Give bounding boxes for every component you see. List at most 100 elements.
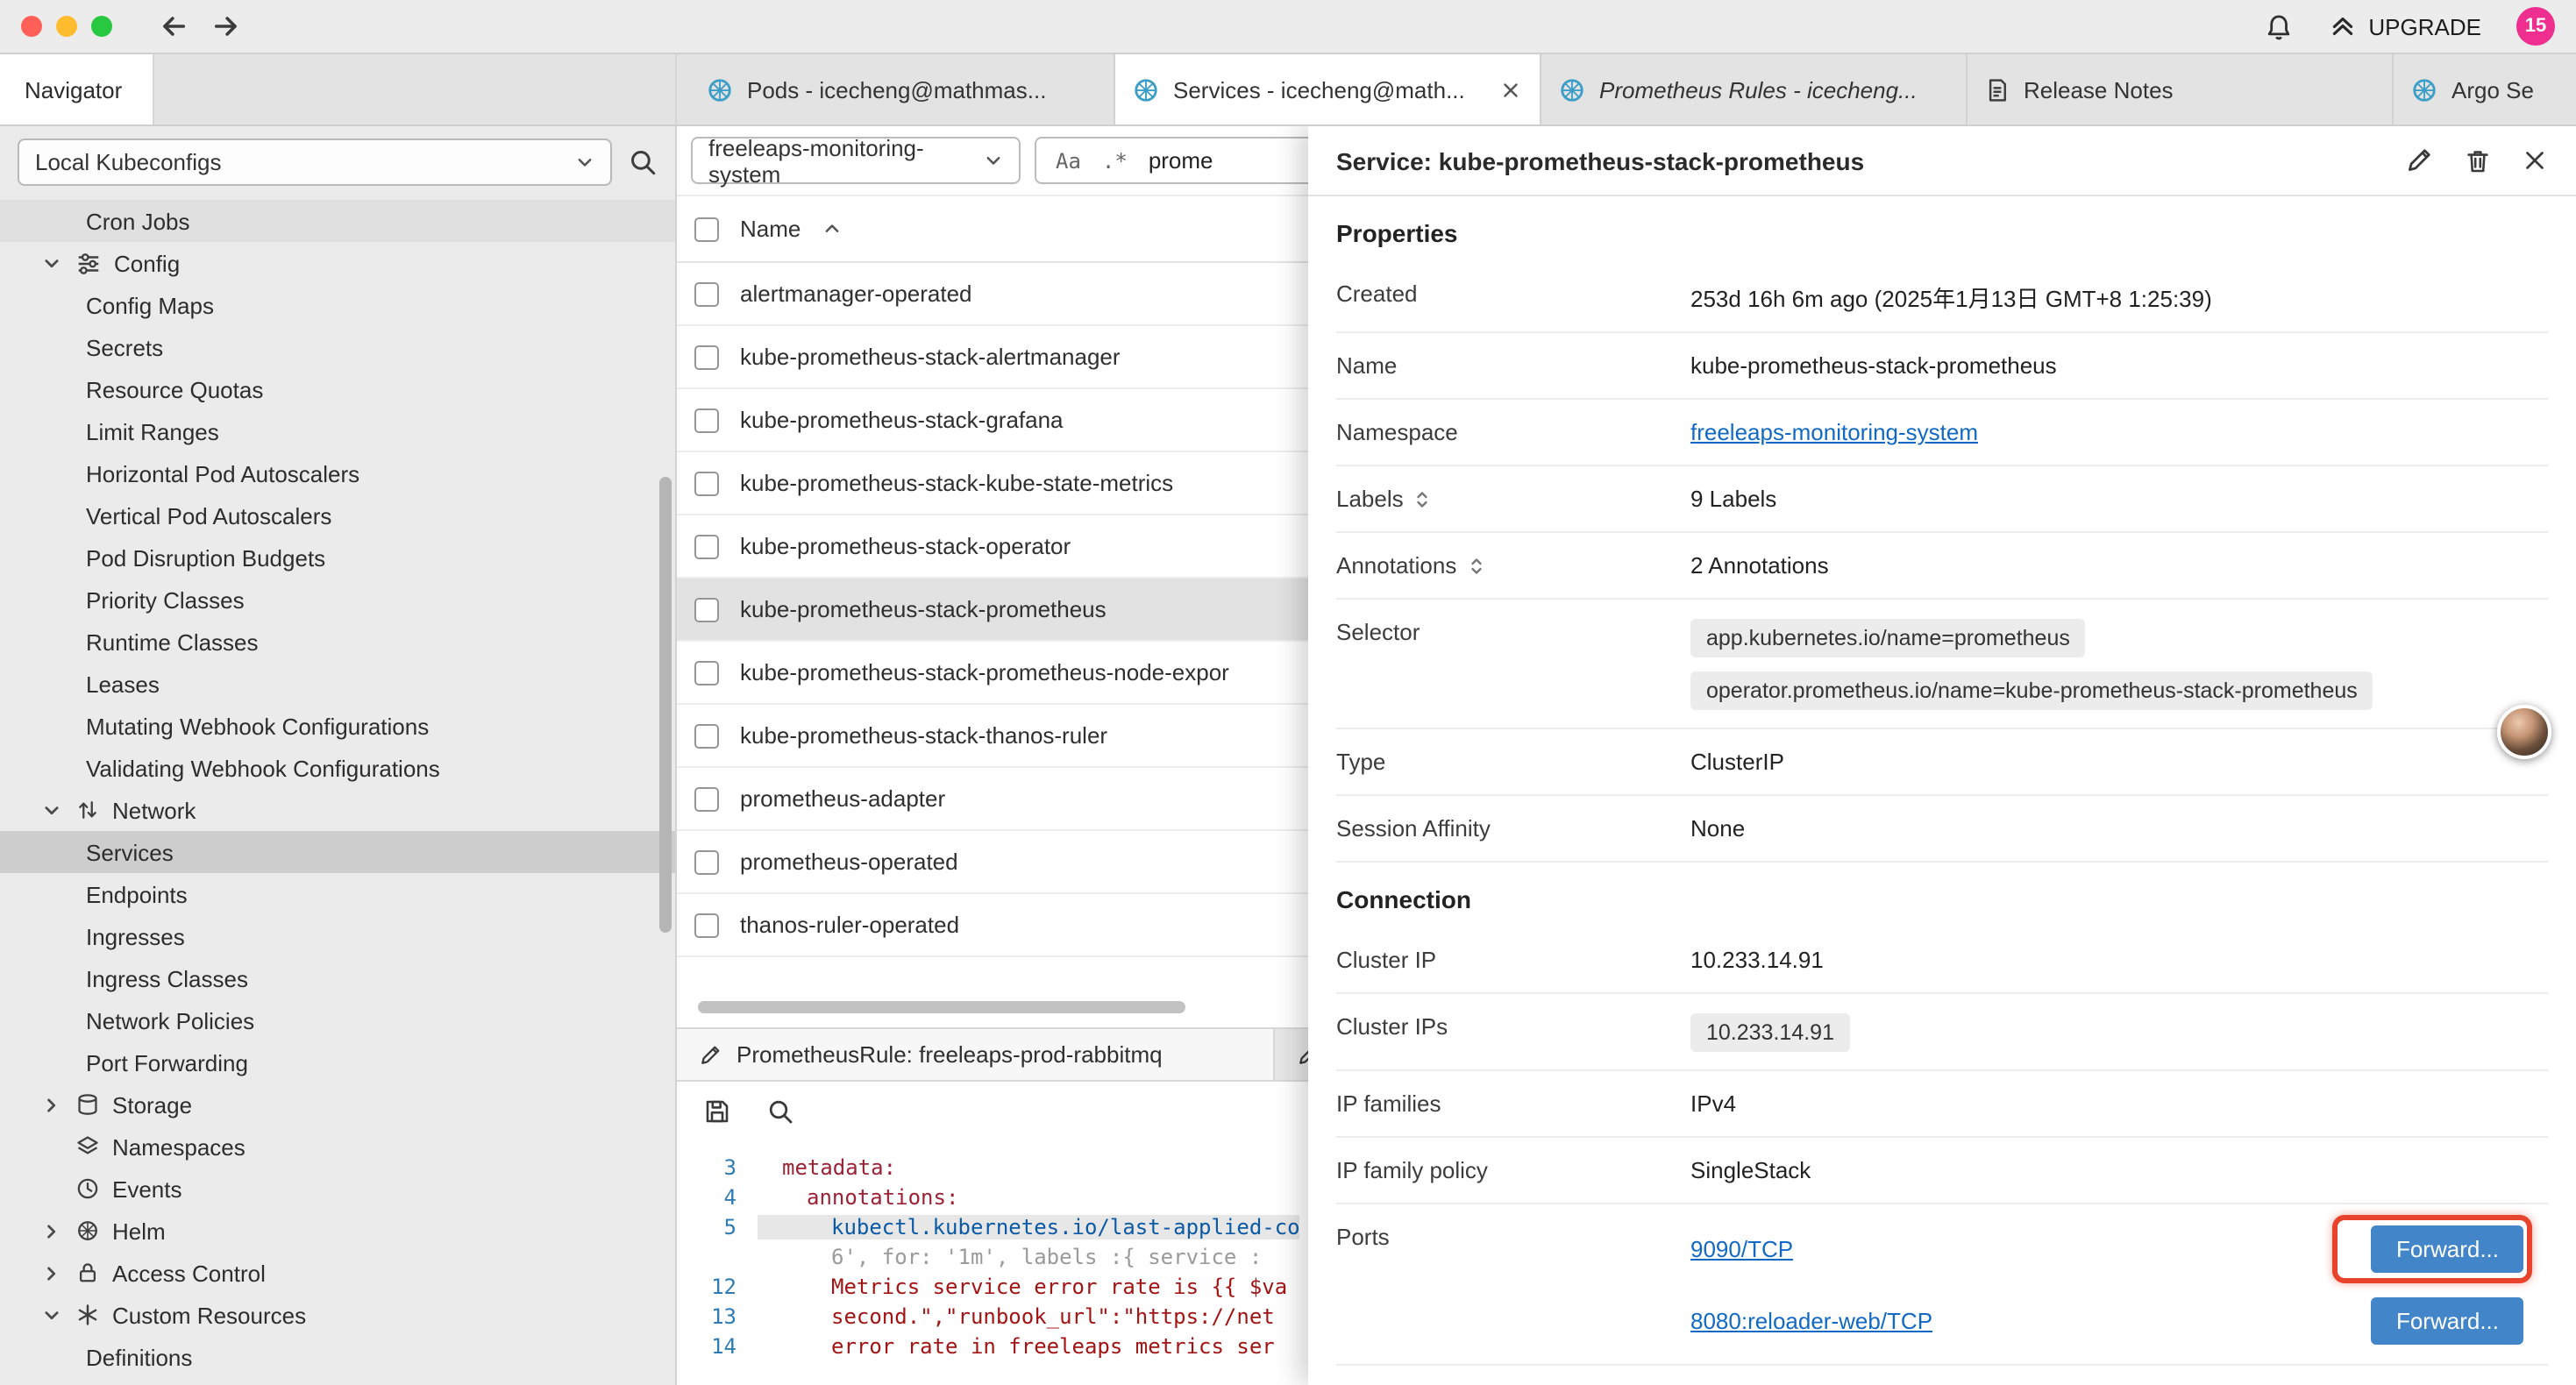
sidebar-item-network-policies[interactable]: Network Policies xyxy=(0,999,675,1041)
kubernetes-icon xyxy=(1133,76,1159,103)
namespace-selector[interactable]: freeleaps-monitoring-system xyxy=(691,137,1021,184)
sidebar-item-helm[interactable]: Helm xyxy=(0,1210,675,1252)
notifications-bell-icon[interactable] xyxy=(2263,11,2293,41)
close-window-button[interactable] xyxy=(21,16,42,37)
section-heading-properties: Properties xyxy=(1336,196,2548,261)
sidebar-item-label: Custom Resources xyxy=(112,1302,306,1328)
sidebar-item-services[interactable]: Services xyxy=(0,831,675,873)
open-tabs: Pods - icecheng@mathmas...Services - ice… xyxy=(689,54,2576,124)
sidebar-item-vertical-pod-autoscalers[interactable]: Vertical Pod Autoscalers xyxy=(0,494,675,536)
list-horizontal-scrollbar[interactable] xyxy=(698,1001,1277,1013)
sidebar-item-port-forwarding[interactable]: Port Forwarding xyxy=(0,1041,675,1083)
row-checkbox[interactable] xyxy=(694,281,719,306)
row-checkbox[interactable] xyxy=(694,534,719,558)
sidebar-item-ingresses[interactable]: Ingresses xyxy=(0,915,675,957)
sidebar-item-pod-disruption-budgets[interactable]: Pod Disruption Budgets xyxy=(0,536,675,579)
sidebar-item-network[interactable]: Network xyxy=(0,789,675,831)
search-icon[interactable] xyxy=(628,146,658,176)
row-checkbox[interactable] xyxy=(694,849,719,874)
match-case-toggle[interactable]: Aa xyxy=(1056,148,1081,173)
forward-button[interactable] xyxy=(207,7,246,46)
sidebar-item-validating-webhook-configurations[interactable]: Validating Webhook Configurations xyxy=(0,747,675,789)
sidebar-item-runtime-classes[interactable]: Runtime Classes xyxy=(0,621,675,663)
sort-updown-icon[interactable] xyxy=(1467,555,1484,576)
tab-argo-se[interactable]: Argo Se xyxy=(2394,54,2576,124)
sidebar-item-limit-ranges[interactable]: Limit Ranges xyxy=(0,410,675,452)
sidebar-item-label: Leases xyxy=(86,671,160,697)
sidebar-item-label: Port Forwarding xyxy=(86,1049,248,1076)
chevron-right-icon[interactable] xyxy=(40,1221,63,1240)
code-text: kubectl.kubernetes.io/last-applied-co xyxy=(758,1214,1300,1239)
notification-count-badge[interactable]: 15 xyxy=(2516,7,2555,46)
row-checkbox[interactable] xyxy=(694,786,719,811)
select-all-checkbox[interactable] xyxy=(694,217,719,241)
tab-prometheus-rules-icecheng[interactable]: Prometheus Rules - icecheng... xyxy=(1541,54,1968,124)
chevron-right-icon[interactable] xyxy=(40,1095,63,1114)
row-checkbox[interactable] xyxy=(694,597,719,621)
user-avatar[interactable] xyxy=(2497,705,2551,759)
sidebar-item-leases[interactable]: Leases xyxy=(0,663,675,705)
sidebar-item-events[interactable]: Events xyxy=(0,1168,675,1210)
sidebar-item-definitions[interactable]: Definitions xyxy=(0,1336,675,1378)
value-chip: operator.prometheus.io/name=kube-prometh… xyxy=(1690,671,2373,710)
kubeconfig-selector[interactable]: Local Kubeconfigs xyxy=(18,138,612,185)
edit-service-icon[interactable] xyxy=(2404,146,2434,175)
editor-tab-prometheusrule[interactable]: PrometheusRule: freeleaps-prod-rabbitmq xyxy=(677,1029,1275,1080)
row-checkbox[interactable] xyxy=(694,723,719,748)
sidebar-item-storage[interactable]: Storage xyxy=(0,1083,675,1126)
sidebar-item-resource-quotas[interactable]: Resource Quotas xyxy=(0,368,675,410)
back-button[interactable] xyxy=(154,7,193,46)
row-checkbox[interactable] xyxy=(694,913,719,937)
delete-service-icon[interactable] xyxy=(2464,146,2492,174)
detail-row-annotations: Annotations2 Annotations xyxy=(1336,533,2548,600)
chevron-down-icon[interactable] xyxy=(40,800,63,820)
kubernetes-icon xyxy=(2411,76,2437,103)
sidebar-item-secrets[interactable]: Secrets xyxy=(0,326,675,368)
chevron-down-icon[interactable] xyxy=(40,1305,63,1325)
row-checkbox[interactable] xyxy=(694,344,719,369)
forward-port-button[interactable]: Forward... xyxy=(2372,1297,2523,1345)
sort-updown-icon[interactable] xyxy=(1414,488,1432,509)
editor-search-icon[interactable] xyxy=(766,1097,794,1126)
zoom-window-button[interactable] xyxy=(91,16,112,37)
close-tab-icon[interactable] xyxy=(1499,78,1522,101)
port-link[interactable]: 8080:reloader-web/TCP xyxy=(1690,1308,1932,1334)
sidebar-item-namespaces[interactable]: Namespaces xyxy=(0,1126,675,1168)
sidebar-item-priority-classes[interactable]: Priority Classes xyxy=(0,579,675,621)
row-checkbox[interactable] xyxy=(694,408,719,432)
forward-port-button[interactable]: Forward... xyxy=(2372,1225,2523,1273)
port-link[interactable]: 9090/TCP xyxy=(1690,1236,1793,1262)
sidebar-item-config[interactable]: Config xyxy=(0,242,675,284)
sidebar-item-mutating-webhook-configurations[interactable]: Mutating Webhook Configurations xyxy=(0,705,675,747)
close-drawer-icon[interactable] xyxy=(2522,147,2548,174)
sidebar-item-label: Ingress Classes xyxy=(86,965,248,991)
navigator-tab[interactable]: Navigator xyxy=(0,54,154,124)
drawer-body: PropertiesCreated253d 16h 6m ago (2025年1… xyxy=(1308,196,2576,1385)
sidebar-item-access-control[interactable]: Access Control xyxy=(0,1252,675,1294)
tab-services-icecheng-math[interactable]: Services - icecheng@math... xyxy=(1115,54,1541,124)
sidebar-item-cron-jobs[interactable]: Cron Jobs xyxy=(0,200,675,242)
chevron-down-icon[interactable] xyxy=(40,253,63,273)
chevron-right-icon[interactable] xyxy=(40,1263,63,1282)
row-value-text: ClusterIP xyxy=(1690,749,1784,775)
sidebar-scrollbar[interactable] xyxy=(659,477,672,933)
row-checkbox[interactable] xyxy=(694,471,719,495)
sidebar-item-label: Validating Webhook Configurations xyxy=(86,755,440,781)
upgrade-button[interactable]: UPGRADE xyxy=(2328,12,2481,40)
sidebar-item-ingress-classes[interactable]: Ingress Classes xyxy=(0,957,675,999)
sidebar-item-custom-resources[interactable]: Custom Resources xyxy=(0,1294,675,1336)
row-checkbox[interactable] xyxy=(694,660,719,685)
sidebar-item-horizontal-pod-autoscalers[interactable]: Horizontal Pod Autoscalers xyxy=(0,452,675,494)
regex-toggle[interactable]: .* xyxy=(1102,148,1128,173)
row-value-text[interactable]: freeleaps-monitoring-system xyxy=(1690,419,1978,445)
tab-pods-icecheng-mathmas[interactable]: Pods - icecheng@mathmas... xyxy=(689,54,1115,124)
tab-release-notes[interactable]: Release Notes xyxy=(1968,54,2394,124)
sort-ascending-icon[interactable] xyxy=(822,219,841,238)
namespaces-icon xyxy=(75,1134,100,1159)
save-icon[interactable] xyxy=(703,1097,731,1126)
sidebar-item-endpoints[interactable]: Endpoints xyxy=(0,873,675,915)
sidebar-item-config-maps[interactable]: Config Maps xyxy=(0,284,675,326)
row-label: Cluster IP xyxy=(1336,945,1690,973)
minimize-window-button[interactable] xyxy=(56,16,77,37)
column-header-name[interactable]: Name xyxy=(740,216,801,242)
